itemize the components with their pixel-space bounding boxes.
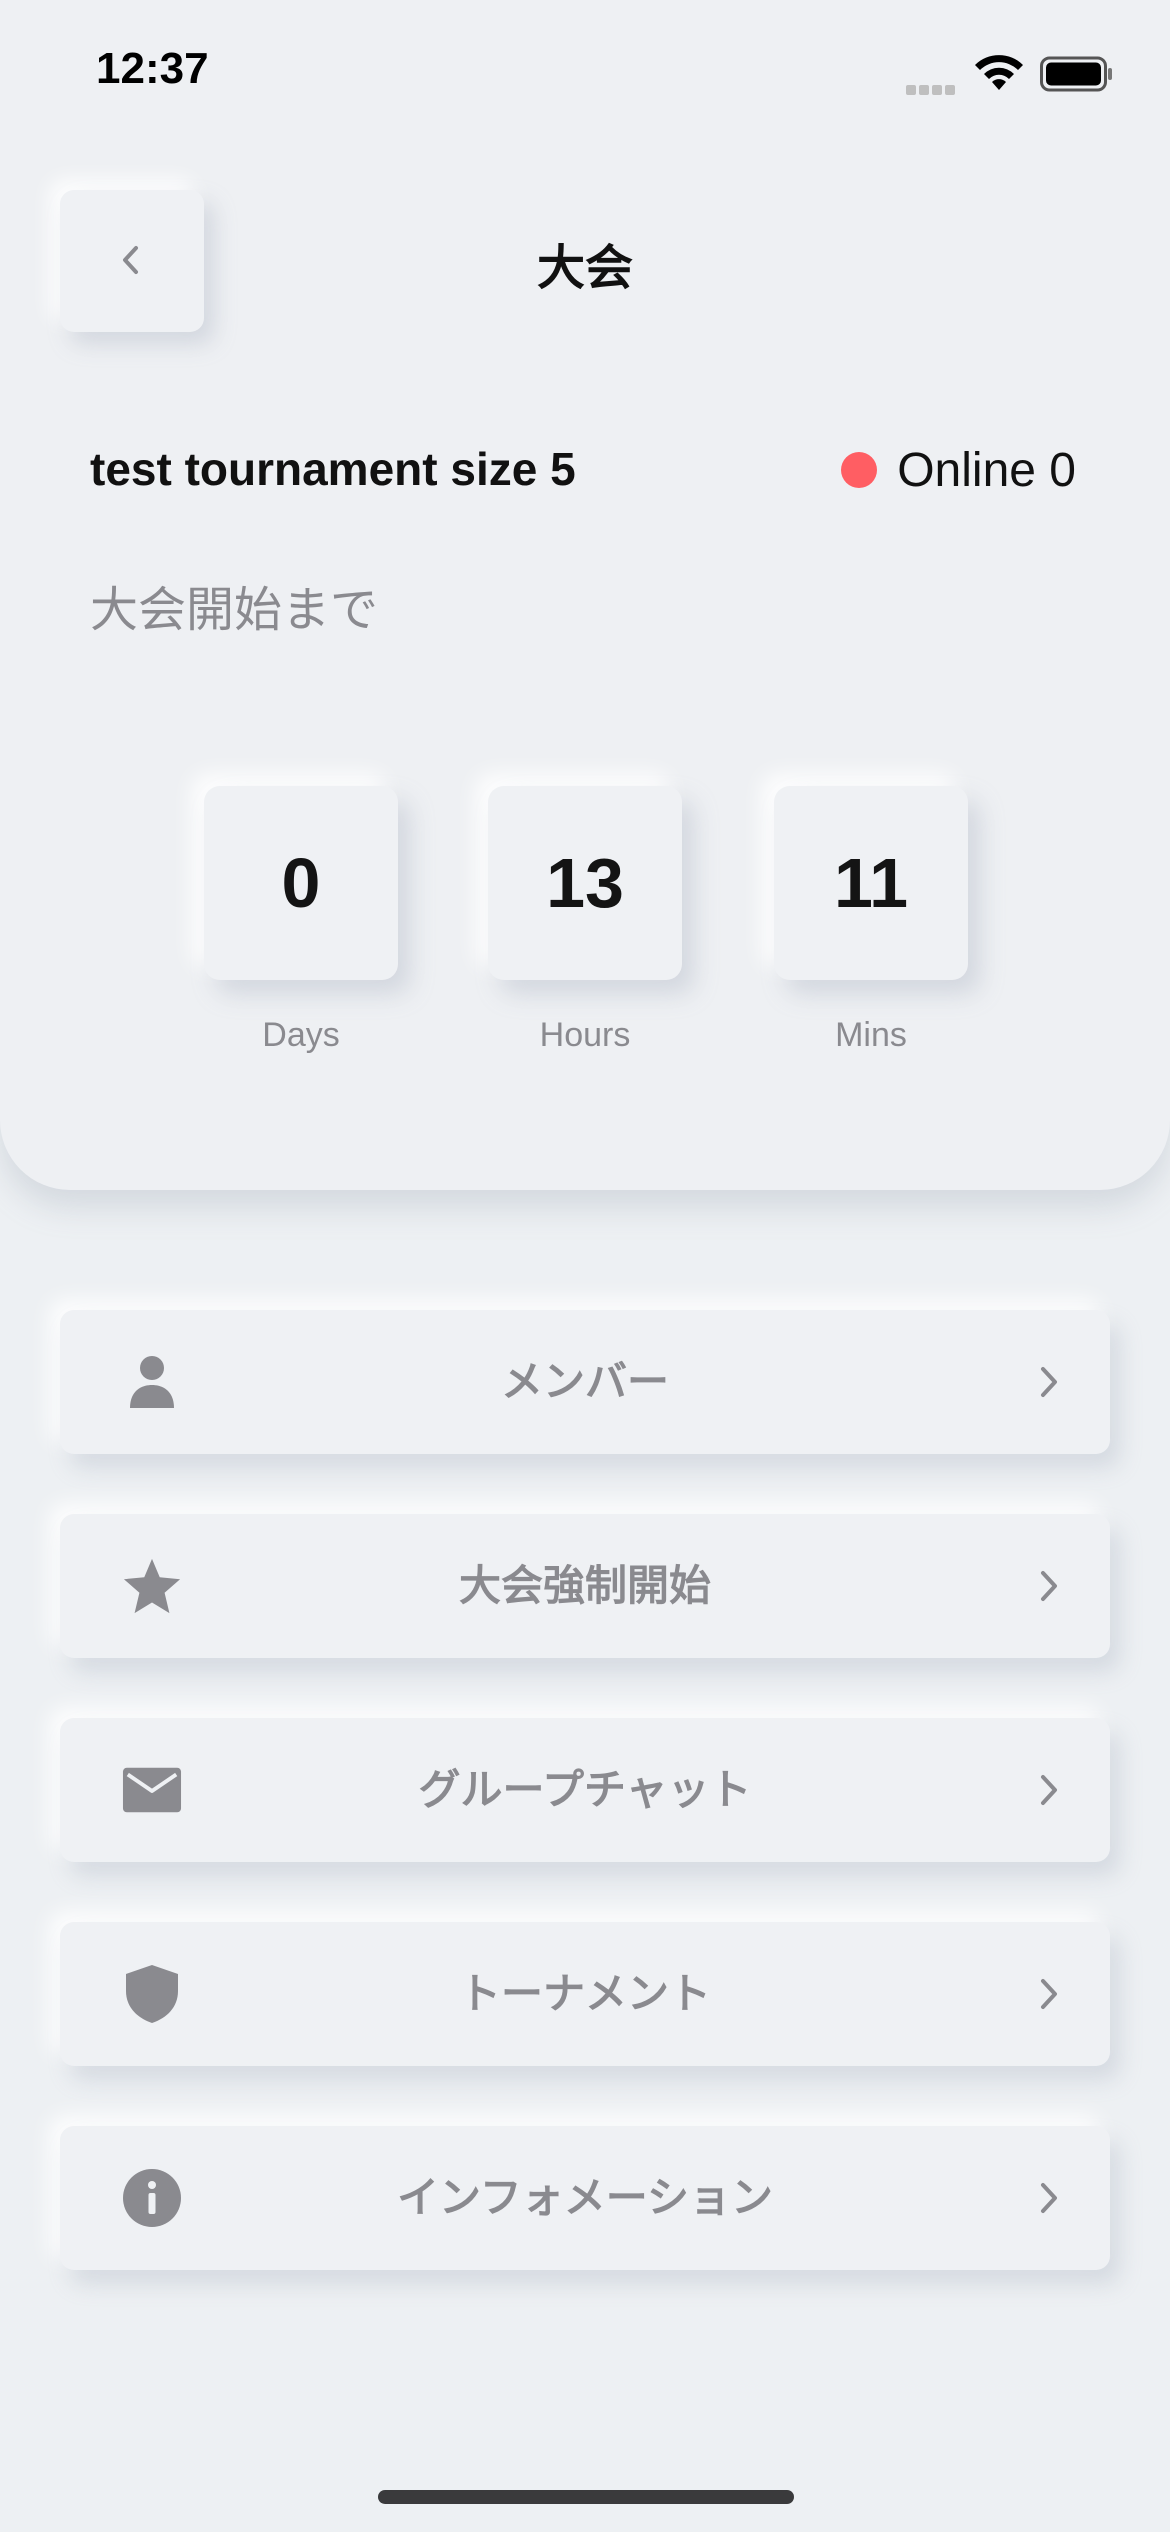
countdown-mins-label: Mins xyxy=(835,1016,907,1054)
status-bar: 12:37 xyxy=(0,0,1170,150)
online-status-dot xyxy=(841,452,878,488)
countdown-hours-value: 13 xyxy=(488,786,682,980)
cellular-signal-icon xyxy=(906,80,958,95)
menu-item-label: トーナメント xyxy=(458,1969,711,2018)
chevron-right-icon xyxy=(1041,1367,1057,1397)
countdown-days-value: 0 xyxy=(204,786,398,980)
wifi-icon xyxy=(975,55,1023,90)
menu-item-label: メンバー xyxy=(500,1357,669,1406)
menu-item-label: グループチャット xyxy=(418,1765,752,1814)
menu-item-group-chat[interactable]: グループチャット xyxy=(60,1718,1110,1862)
page-title: 大会 xyxy=(536,240,633,296)
screen: 12:37 大会 test tournament size 5 Online 0 xyxy=(0,0,1170,2532)
countdown-hours-label: Hours xyxy=(539,1016,631,1054)
until-start-label: 大会開始まで xyxy=(90,582,379,638)
status-time: 12:37 xyxy=(96,44,209,93)
tournament-name: test tournament size 5 xyxy=(90,443,576,495)
countdown-days-label: Days xyxy=(262,1016,340,1054)
menu-item-label: 大会強制開始 xyxy=(458,1561,711,1610)
online-count: Online 0 xyxy=(897,443,1076,497)
countdown-mins-value: 11 xyxy=(774,786,968,980)
menu-item-label: インフォメーション xyxy=(397,2173,773,2222)
menu-item-tournament[interactable]: トーナメント xyxy=(60,1922,1110,2066)
menu-item-information[interactable]: インフォメーション xyxy=(60,2126,1110,2270)
menu-item-force-start[interactable]: 大会強制開始 xyxy=(60,1514,1110,1658)
home-indicator[interactable] xyxy=(378,2490,794,2504)
chevron-right-icon xyxy=(1041,1979,1057,2009)
tournament-header-card: 12:37 大会 test tournament size 5 Online 0 xyxy=(0,0,1170,1190)
chevron-right-icon xyxy=(1041,1571,1057,1601)
chevron-right-icon xyxy=(1041,1775,1057,1805)
online-status: Online 0 xyxy=(841,440,1076,500)
battery-icon xyxy=(1040,56,1112,92)
chevron-right-icon xyxy=(1041,2183,1057,2213)
menu-item-members[interactable]: メンバー xyxy=(60,1310,1110,1454)
